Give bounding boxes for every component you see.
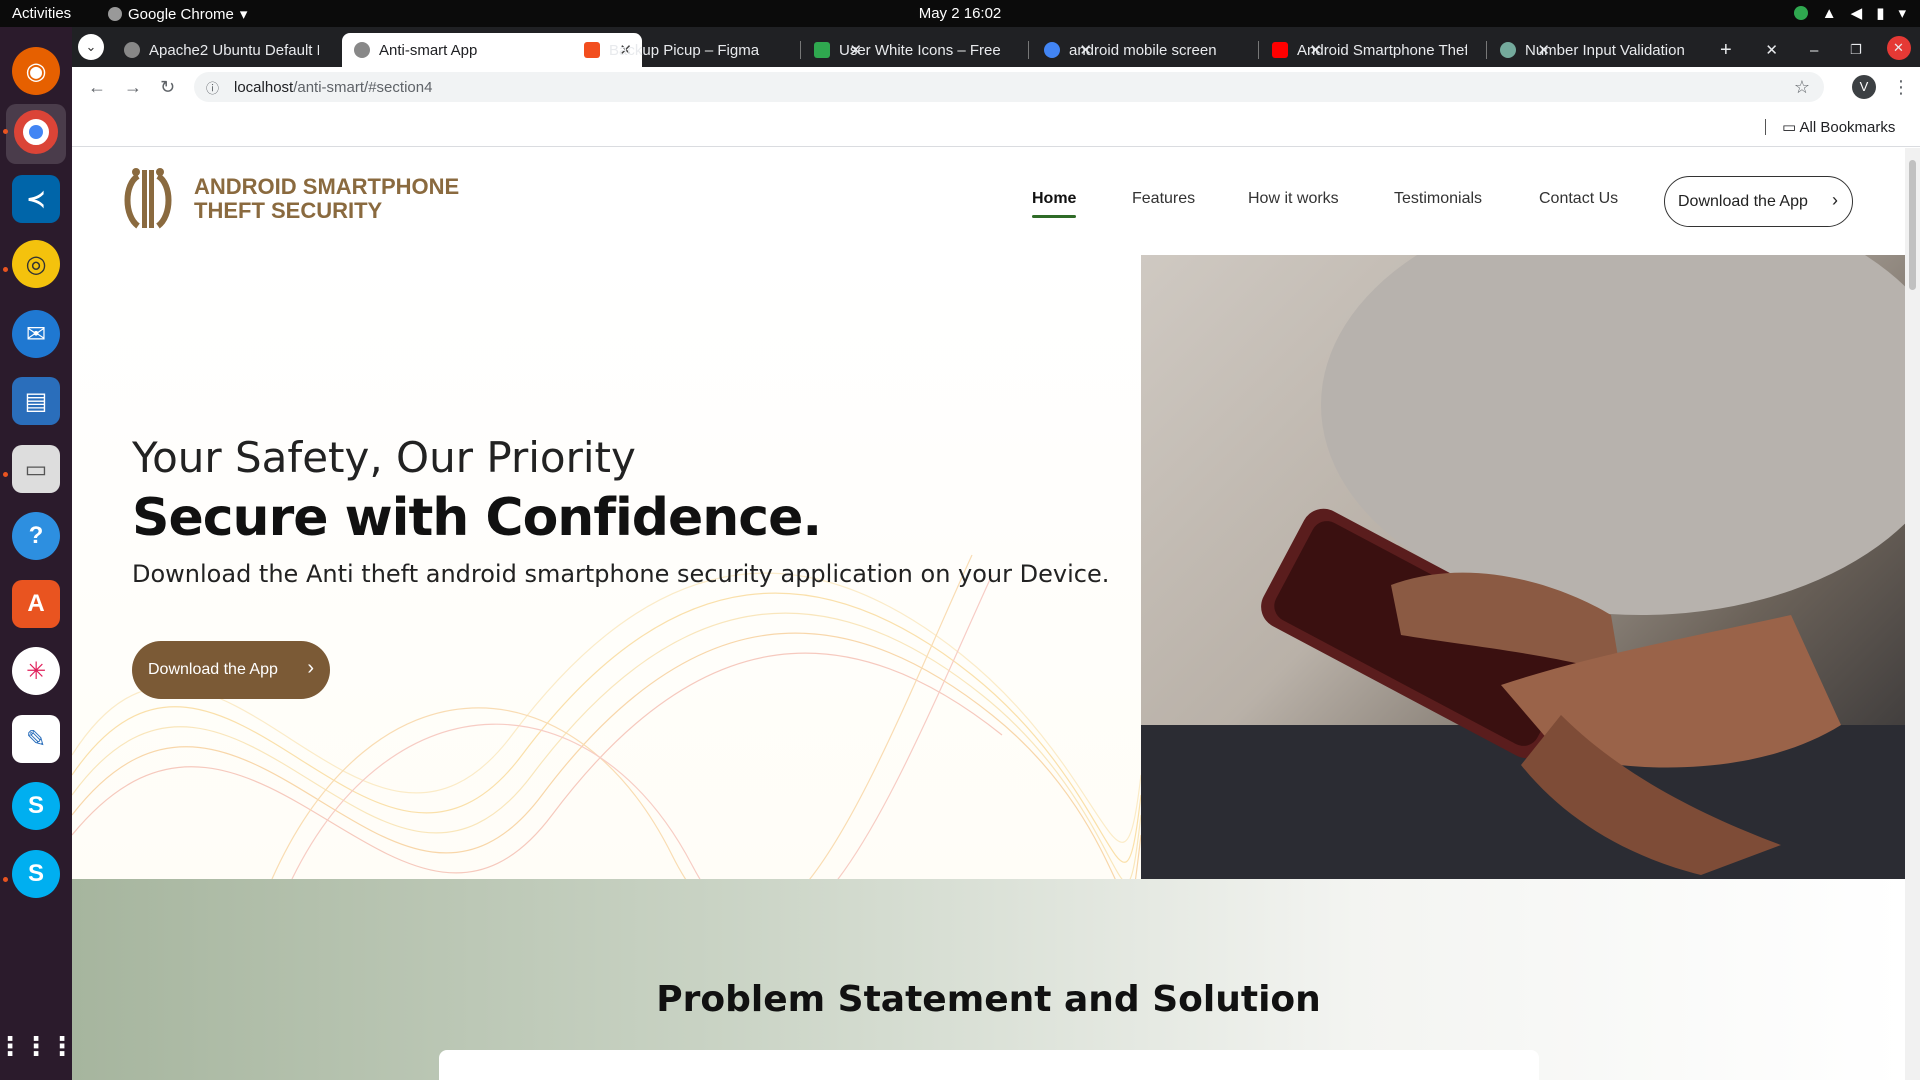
bookmark-star-icon[interactable]: ☆ (1794, 77, 1810, 98)
dock: ◉ ≺ ◎ ✉ ▤ ▭ ? A ✳ ✎ S S ⋮⋮⋮ (0, 27, 75, 1080)
bookmarks-bar: ▭ All Bookmarks (72, 107, 1920, 147)
slack-icon[interactable]: ✳ (12, 647, 60, 695)
skype-icon-2[interactable]: S (12, 850, 60, 898)
globe-icon (354, 42, 370, 58)
url-host: localhost (234, 78, 294, 96)
tab-separator (1486, 41, 1487, 59)
tab-title: Anti-smart App (379, 41, 478, 59)
brand-logo[interactable]: ANDROID SMARTPHONE THEFT SECURITY (122, 166, 459, 232)
site-info-icon[interactable]: ⓘ (206, 78, 219, 97)
nav-home[interactable]: Home (1032, 190, 1077, 218)
url-path: /anti-smart/#section4 (293, 78, 433, 96)
nav-contact-us[interactable]: Contact Us (1539, 190, 1618, 208)
caret-down-icon: ▾ (239, 6, 248, 23)
nav-features[interactable]: Features (1132, 190, 1195, 208)
tab-separator (1028, 41, 1029, 59)
problem-solution-card (439, 1050, 1539, 1080)
volume-icon: ◀ (1850, 5, 1863, 22)
running-dot (3, 472, 8, 477)
web-page: ANDROID SMARTPHONE THEFT SECURITY Home F… (72, 148, 1905, 1080)
tab-title: User White Icons – Free (839, 41, 1001, 59)
chevron-right-icon: › (307, 657, 314, 679)
wifi-icon: ▲ (1821, 4, 1837, 22)
address-bar[interactable]: ⓘ localhost/anti-smart/#section4 ☆ (194, 72, 1824, 102)
chrome-menu-icon[interactable]: ⋮ (1892, 77, 1910, 98)
nav-download-label: Download the App (1678, 192, 1808, 210)
bookmarks-divider (1765, 119, 1766, 135)
battery-icon: ▮ (1876, 5, 1885, 22)
all-bookmarks[interactable]: ▭ All Bookmarks (1782, 118, 1895, 136)
text-editor-icon[interactable]: ✎ (12, 715, 60, 763)
running-dot (3, 267, 8, 272)
close-window-button[interactable]: ✕ (1887, 36, 1911, 60)
sheet-icon (814, 42, 830, 58)
hero-download-button[interactable]: Download the App › (132, 641, 330, 699)
forward-icon[interactable]: → (124, 77, 142, 98)
update-icon (1793, 6, 1808, 20)
rhythmbox-icon[interactable]: ◎ (12, 240, 60, 288)
activities-button[interactable]: Activities (12, 5, 71, 22)
nav-how-it-works[interactable]: How it works (1248, 190, 1339, 208)
running-dot (3, 877, 8, 882)
app-menu-label: Google Chrome (128, 5, 234, 23)
brand-line-2: THEFT SECURITY (194, 198, 383, 223)
section-title: Problem Statement and Solution (656, 979, 1321, 1020)
brand-name: ANDROID SMARTPHONE THEFT SECURITY (194, 175, 459, 223)
app-grid-icon[interactable]: ⋮⋮⋮ (0, 1022, 75, 1070)
close-tab-icon[interactable]: ✕ (1765, 41, 1778, 59)
profile-avatar[interactable]: V (1852, 75, 1876, 99)
tab-search-button[interactable]: ⌄ (78, 34, 104, 60)
firefox-icon[interactable]: ◉ (12, 47, 60, 95)
hero-download-label: Download the App (148, 661, 278, 678)
globe-icon (124, 42, 140, 58)
chatgpt-icon (1500, 42, 1516, 58)
reload-icon[interactable]: ↻ (160, 77, 175, 98)
shield-logo-icon (124, 168, 172, 229)
tab-title: android mobile screen (1069, 41, 1217, 59)
figma-icon (584, 42, 600, 58)
app-menu[interactable]: Google Chrome ▾ (108, 5, 247, 23)
tab-separator (800, 41, 801, 59)
tray-caret-icon: ▾ (1898, 5, 1906, 22)
thunderbird-icon[interactable]: ✉ (12, 310, 60, 358)
restore-button[interactable]: ❐ (1844, 33, 1874, 67)
all-bookmarks-label: All Bookmarks (1799, 119, 1896, 136)
chrome-icon (108, 7, 122, 21)
new-tab-button[interactable]: + (1714, 33, 1744, 67)
nav-testimonials[interactable]: Testimonials (1394, 190, 1482, 208)
help-icon[interactable]: ? (12, 512, 60, 560)
files-icon[interactable]: ▭ (12, 445, 60, 493)
scrollbar-thumb[interactable] (1909, 160, 1916, 290)
tab-separator (1258, 41, 1259, 59)
tab-title: Number Input Validation (1525, 41, 1685, 59)
phone-in-hands-image (1141, 255, 1905, 879)
page-scrollbar[interactable] (1905, 148, 1920, 1080)
clock[interactable]: May 2 16:02 (0, 5, 1920, 22)
tab-title: Backup Picup – Figma (609, 41, 760, 59)
vscode-icon[interactable]: ≺ (12, 175, 60, 223)
nav-download-button[interactable]: Download the App › (1664, 176, 1853, 227)
minimize-button[interactable]: – (1804, 33, 1834, 67)
writer-icon[interactable]: ▤ (12, 377, 60, 425)
toolbar: ← → ↻ ⓘ localhost/anti-smart/#section4 ☆… (72, 67, 1920, 107)
chrome-dock-icon[interactable] (14, 110, 58, 154)
google-icon (1044, 42, 1060, 58)
tab-strip: ⌄ Apache2 Ubuntu Default Page ✕ Anti-sma… (72, 27, 1920, 67)
tab-title: Apache2 Ubuntu Default Page (149, 41, 319, 59)
hero-title: Secure with Confidence. (132, 488, 822, 548)
system-tray[interactable]: ▲ ◀ ▮ ▾ (1793, 4, 1906, 22)
folder-icon: ▭ (1782, 119, 1797, 136)
hero-photo (1141, 255, 1905, 879)
hero-tagline: Your Safety, Our Priority (132, 433, 636, 482)
tab-title: Android Smartphone Theft (1297, 41, 1467, 59)
chevron-right-icon: › (1832, 190, 1838, 210)
software-icon[interactable]: A (12, 580, 60, 628)
back-icon[interactable]: ← (88, 77, 106, 98)
youtube-icon (1272, 42, 1288, 58)
skype-icon[interactable]: S (12, 782, 60, 830)
system-top-bar: Activities Google Chrome ▾ May 2 16:02 ▲… (0, 0, 1920, 27)
hero-subtitle: Download the Anti theft android smartpho… (132, 560, 1110, 588)
running-dot (3, 129, 8, 134)
brand-line-1: ANDROID SMARTPHONE (194, 174, 460, 199)
